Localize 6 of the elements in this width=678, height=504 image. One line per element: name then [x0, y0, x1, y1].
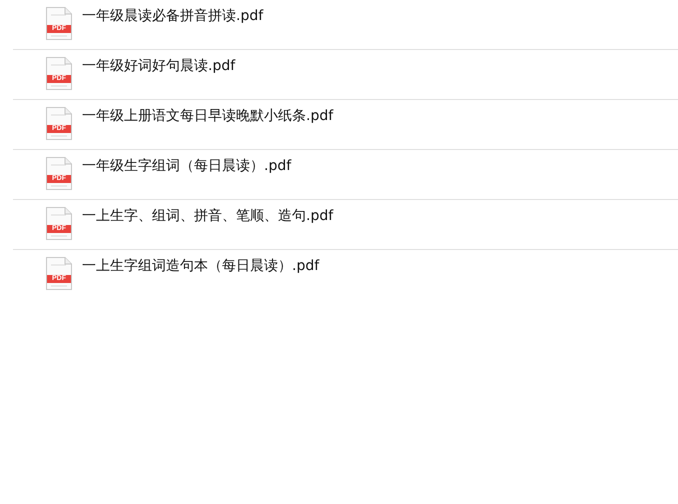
- file-name[interactable]: 一年级晨读必备拼音拼读.pdf: [82, 7, 264, 25]
- file-name[interactable]: 一年级生字组词（每日晨读）.pdf: [82, 157, 292, 175]
- file-name[interactable]: 一年级上册语文每日早读晚默小纸条.pdf: [82, 107, 334, 125]
- file-name[interactable]: 一上生字、组词、拼音、笔顺、造句.pdf: [82, 207, 334, 225]
- file-name[interactable]: 一上生字组词造句本（每日晨读）.pdf: [82, 257, 320, 275]
- file-name[interactable]: 一年级好词好句晨读.pdf: [82, 57, 236, 75]
